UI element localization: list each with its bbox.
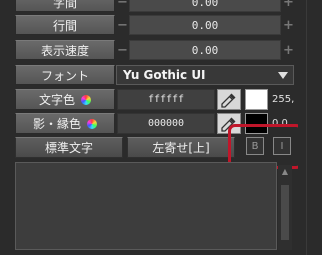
display-speed-value: 0.00 [191,43,219,57]
display-speed-increment-button[interactable]: + [283,40,294,60]
text-color-rgb: 255, [272,89,294,110]
char-spacing-decrement-button[interactable]: − [117,0,128,12]
line-spacing-decrement-button[interactable]: − [117,15,128,35]
shadow-color-label: 影・縁色 [32,117,81,131]
scroll-up-icon[interactable]: ▲ [279,166,291,176]
line-spacing-increment-button[interactable]: + [283,15,294,35]
text-input-area[interactable] [15,162,277,250]
color-wheel-icon [87,118,97,129]
text-color-hex-value: ffffff [147,94,185,105]
label-char-spacing: 字間 [15,0,115,12]
align-label: 左寄せ[上] [152,141,210,155]
align-button[interactable]: 左寄せ[上] [127,137,235,158]
scrollbar-thumb[interactable] [281,185,289,240]
label-display-speed-text: 表示速度 [40,43,89,58]
display-speed-decrement-button[interactable]: − [117,40,128,60]
char-spacing-input[interactable]: 0.00 [129,0,281,12]
text-color-hex-input[interactable]: ffffff [117,89,215,110]
char-spacing-increment-button[interactable]: + [283,0,294,12]
standard-text-label: 標準文字 [44,141,93,155]
eyedropper-icon [221,93,236,108]
text-color-eyedropper-button[interactable] [217,89,241,110]
font-select[interactable]: Yu Gothic UI [116,65,294,85]
label-display-speed: 表示速度 [15,40,115,60]
right-divider [306,0,307,255]
right-panel-edge [298,0,322,255]
color-wheel-icon [81,94,91,105]
label-char-spacing-text: 字間 [52,0,77,10]
text-color-label: 文字色 [38,93,75,107]
shadow-color-button[interactable]: 影・縁色 [15,113,115,134]
shadow-color-hex-value: 000000 [147,118,185,129]
font-select-value: Yu Gothic UI [123,68,206,82]
label-line-spacing-text: 行間 [52,18,77,33]
shadow-color-hex-input[interactable]: 000000 [117,113,215,134]
text-color-button[interactable]: 文字色 [15,89,115,110]
label-line-spacing: 行間 [15,15,115,35]
line-spacing-input[interactable]: 0.00 [129,15,281,35]
chevron-down-icon [278,72,288,79]
char-spacing-value: 0.00 [191,0,219,9]
display-speed-input[interactable]: 0.00 [129,40,281,60]
label-font: フォント [15,65,115,85]
line-spacing-value: 0.00 [191,18,219,32]
text-color-rgb-value: 255, [272,94,295,105]
text-color-swatch[interactable] [245,89,268,110]
standard-text-button[interactable]: 標準文字 [15,137,123,158]
label-font-text: フォント [40,68,89,83]
